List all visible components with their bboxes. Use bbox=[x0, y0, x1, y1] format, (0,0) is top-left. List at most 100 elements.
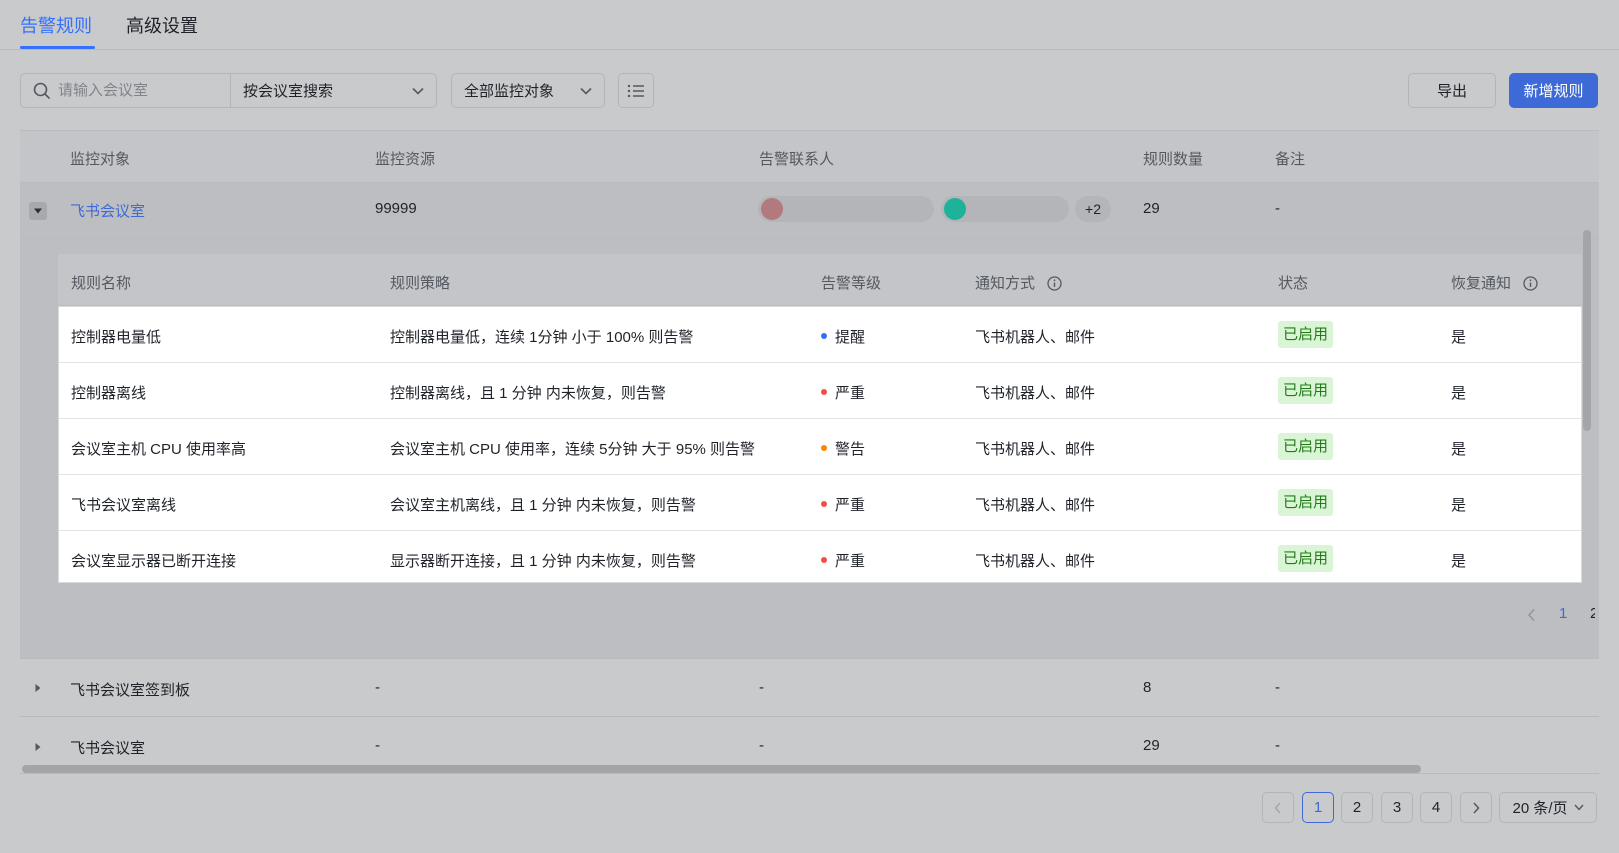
notify-method: 飞书机器人、邮件 bbox=[975, 441, 1096, 458]
col-monitor-resource: 监控资源 bbox=[375, 151, 436, 168]
chevron-left-icon[interactable] bbox=[1527, 608, 1537, 622]
page-1-button[interactable]: 1 bbox=[1302, 792, 1334, 823]
tab-bar: 告警规则 高级设置 bbox=[0, 0, 1619, 50]
table-row[interactable]: 会议室显示器已断开连接 显示器断开连接，且 1 分钟 内未恢复，则告警 严重 飞… bbox=[59, 531, 1581, 587]
info-icon[interactable] bbox=[1523, 275, 1538, 291]
table-row[interactable]: 控制器电量低 控制器电量低，连续 1分钟 小于 100% 则告警 提醒 飞书机器… bbox=[59, 307, 1581, 363]
alert-level: 警告 bbox=[821, 438, 865, 459]
avatar bbox=[944, 198, 966, 220]
rule-count: 29 bbox=[1143, 200, 1160, 217]
note: - bbox=[1275, 200, 1280, 217]
notify-method: 飞书机器人、邮件 bbox=[975, 497, 1096, 514]
info-icon[interactable] bbox=[1047, 275, 1062, 291]
level-dot bbox=[821, 445, 827, 452]
list-icon bbox=[627, 84, 644, 97]
subtable-page-2[interactable]: 2 bbox=[1590, 605, 1595, 622]
level-dot bbox=[821, 333, 827, 340]
rule-name: 控制器离线 bbox=[71, 385, 147, 402]
note: - bbox=[1275, 679, 1280, 696]
contact-chip[interactable] bbox=[758, 196, 934, 222]
page-size-select[interactable]: 20 条/页 bbox=[1499, 792, 1597, 823]
alert-level-label: 严重 bbox=[835, 553, 866, 570]
page-3-button[interactable]: 3 bbox=[1381, 792, 1413, 823]
caret-right-icon bbox=[35, 684, 41, 692]
subtable-header: 规则名称 规则策略 告警等级 通知方式 状态 恢复通知 bbox=[58, 254, 1582, 306]
col-status: 状态 bbox=[1278, 275, 1309, 292]
chevron-down-icon bbox=[1573, 804, 1584, 811]
search-field[interactable] bbox=[21, 74, 231, 107]
object-filter-select[interactable]: 全部监控对象 bbox=[451, 73, 605, 108]
notify-method: 飞书机器人、邮件 bbox=[975, 553, 1096, 570]
alert-level-label: 严重 bbox=[835, 385, 866, 402]
rule-policy: 控制器离线，且 1 分钟 内未恢复，则告警 bbox=[390, 385, 666, 402]
rule-name: 飞书会议室离线 bbox=[71, 497, 177, 514]
alert-level: 严重 bbox=[821, 382, 865, 403]
monitor-object-link[interactable]: 飞书会议室 bbox=[70, 200, 145, 221]
column-settings-button[interactable] bbox=[618, 73, 654, 108]
status-badge: 已启用 bbox=[1278, 545, 1334, 572]
table-row[interactable]: 控制器离线 控制器离线，且 1 分钟 内未恢复，则告警 严重 飞书机器人、邮件 … bbox=[59, 363, 1581, 419]
prev-page-button[interactable] bbox=[1262, 792, 1294, 823]
search-icon bbox=[33, 82, 50, 99]
alert-level-label: 严重 bbox=[835, 497, 866, 514]
page-4-button[interactable]: 4 bbox=[1420, 792, 1452, 823]
alert-level: 严重 bbox=[821, 550, 865, 571]
monitor-object: 飞书会议室签到板 bbox=[70, 682, 191, 699]
table-row[interactable]: 会议室主机 CPU 使用率高 会议室主机 CPU 使用率，连续 5分钟 大于 9… bbox=[59, 419, 1581, 475]
active-tab-indicator bbox=[20, 46, 95, 49]
search-input[interactable] bbox=[58, 82, 218, 99]
monitor-resource: - bbox=[375, 737, 380, 754]
table-row: 飞书会议室 99999 +2 29 - bbox=[20, 183, 1599, 239]
search-mode-label: 按会议室搜索 bbox=[243, 83, 334, 100]
recover-notify: 是 bbox=[1451, 497, 1467, 514]
alert-contacts: - bbox=[759, 679, 764, 696]
contact-chip[interactable] bbox=[941, 196, 1069, 222]
table-row[interactable]: 飞书会议室离线 会议室主机离线，且 1 分钟 内未恢复，则告警 严重 飞书机器人… bbox=[59, 475, 1581, 531]
vertical-scrollbar[interactable] bbox=[1583, 230, 1591, 431]
recover-notify: 是 bbox=[1451, 329, 1467, 346]
expand-row-button[interactable] bbox=[29, 679, 47, 697]
alert-level: 严重 bbox=[821, 494, 865, 515]
avatar bbox=[761, 198, 783, 220]
col-note: 备注 bbox=[1275, 151, 1306, 168]
more-contacts-badge[interactable]: +2 bbox=[1075, 196, 1111, 222]
caret-right-icon bbox=[35, 743, 41, 751]
chevron-left-icon bbox=[1274, 801, 1281, 814]
alert-contacts: - bbox=[759, 737, 764, 754]
page-size-label: 20 条/页 bbox=[1512, 800, 1568, 817]
recover-notify: 是 bbox=[1451, 385, 1467, 402]
subtable-page-1[interactable]: 1 bbox=[1559, 605, 1567, 622]
col-rule-policy: 规则策略 bbox=[390, 275, 451, 292]
chevron-down-icon bbox=[580, 87, 592, 95]
export-button[interactable]: 导出 bbox=[1408, 73, 1496, 108]
collapse-row-button[interactable] bbox=[29, 202, 47, 220]
horizontal-scrollbar[interactable] bbox=[22, 765, 1421, 773]
notify-method: 飞书机器人、邮件 bbox=[975, 329, 1096, 346]
note: - bbox=[1275, 737, 1280, 754]
tab-advanced-settings[interactable]: 高级设置 bbox=[126, 12, 198, 38]
col-recover-notify-label: 恢复通知 bbox=[1451, 275, 1512, 292]
rule-policy: 显示器断开连接，且 1 分钟 内未恢复，则告警 bbox=[390, 553, 696, 570]
tab-alert-rules[interactable]: 告警规则 bbox=[20, 12, 92, 38]
next-page-button[interactable] bbox=[1460, 792, 1492, 823]
chevron-down-icon bbox=[412, 87, 424, 95]
subtable-body: 控制器电量低 控制器电量低，连续 1分钟 小于 100% 则告警 提醒 飞书机器… bbox=[58, 306, 1582, 583]
rule-name: 会议室显示器已断开连接 bbox=[71, 553, 237, 570]
col-alert-level: 告警等级 bbox=[821, 275, 882, 292]
expand-row-button[interactable] bbox=[29, 738, 47, 756]
search-mode-select[interactable]: 按会议室搜索 bbox=[231, 74, 436, 107]
level-dot bbox=[821, 501, 827, 508]
object-filter-label: 全部监控对象 bbox=[464, 83, 555, 100]
status-badge: 已启用 bbox=[1278, 377, 1334, 404]
status-badge: 已启用 bbox=[1278, 433, 1334, 460]
search-group: 按会议室搜索 bbox=[20, 73, 437, 108]
chevron-right-icon bbox=[1473, 801, 1480, 814]
recover-notify: 是 bbox=[1451, 553, 1467, 570]
page-2-button[interactable]: 2 bbox=[1341, 792, 1373, 823]
col-monitor-object: 监控对象 bbox=[70, 151, 131, 168]
col-notify-method-label: 通知方式 bbox=[975, 275, 1036, 292]
add-rule-button[interactable]: 新增规则 bbox=[1509, 73, 1598, 108]
col-notify-method: 通知方式 bbox=[975, 272, 1062, 293]
recover-notify: 是 bbox=[1451, 441, 1467, 458]
level-dot bbox=[821, 389, 827, 396]
